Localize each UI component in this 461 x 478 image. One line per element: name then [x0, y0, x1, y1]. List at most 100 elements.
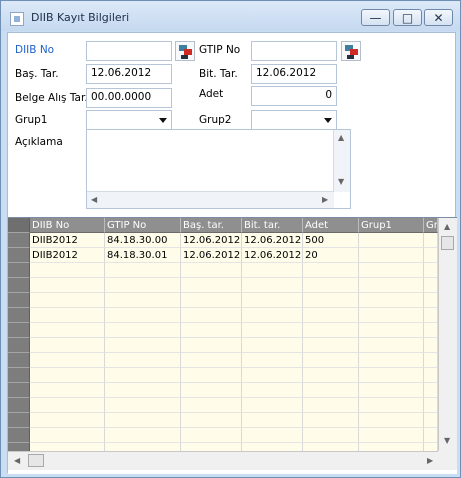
table-cell[interactable]: 20 — [303, 248, 359, 263]
grup2-select[interactable] — [251, 110, 337, 130]
aciklama-memo[interactable]: ▲ ▼ ◀ ▶ — [86, 129, 351, 209]
belge-alis-tar-label: Belge Alış Tar. — [15, 92, 88, 104]
table-cell[interactable]: 12.06.2012 — [242, 233, 303, 248]
records-grid[interactable]: DIIB No GTIP No Baş. tar. Bit. tar. Adet… — [8, 217, 457, 474]
table-cell[interactable]: 84.18.30.00 — [105, 233, 181, 248]
table-cell[interactable] — [424, 233, 438, 248]
grid-header: DIIB No GTIP No Baş. tar. Bit. tar. Adet… — [8, 218, 438, 233]
adet-field[interactable]: 0 — [251, 86, 337, 106]
grid-body[interactable]: DIIB No GTIP No Baş. tar. Bit. tar. Adet… — [8, 218, 438, 451]
column-header[interactable]: Adet — [303, 218, 359, 233]
aciklama-label: Açıklama — [15, 136, 63, 148]
minimize-button[interactable]: — — [361, 9, 390, 26]
window-title: DIIB Kayıt Bilgileri — [31, 11, 130, 24]
row-selector[interactable] — [8, 293, 30, 308]
scroll-left-icon[interactable]: ◀ — [91, 196, 97, 204]
grup1-select[interactable] — [86, 110, 172, 130]
empty-table-row[interactable] — [8, 443, 438, 451]
row-selector[interactable] — [8, 398, 30, 413]
row-selector[interactable] — [8, 428, 30, 443]
table-cell[interactable]: 12.06.2012 — [181, 248, 242, 263]
table-cell[interactable]: DIIB2012 — [30, 248, 105, 263]
table-cell[interactable] — [359, 233, 424, 248]
diib-no-label: DIIB No — [15, 44, 55, 56]
diib-lookup-button[interactable] — [175, 41, 195, 61]
row-selector[interactable] — [8, 323, 30, 338]
adet-label: Adet — [199, 88, 224, 100]
empty-table-row[interactable] — [8, 338, 438, 353]
bit-tar-field[interactable]: 12.06.2012 — [251, 64, 337, 84]
app-icon — [10, 12, 24, 26]
scroll-right-icon[interactable]: ▶ — [322, 196, 328, 204]
grid-corner — [8, 218, 30, 233]
window: DIIB Kayıt Bilgileri — □ ✕ DIIB No GTIP … — [0, 0, 461, 478]
empty-table-row[interactable] — [8, 323, 438, 338]
grup1-label: Grup1 — [15, 114, 48, 126]
table-row[interactable]: DIIB2012 84.18.30.01 12.06.2012 12.06.20… — [8, 248, 438, 263]
scroll-right-icon[interactable]: ▶ — [427, 457, 433, 465]
empty-table-row[interactable] — [8, 383, 438, 398]
gtip-no-field[interactable] — [251, 41, 337, 61]
maximize-button[interactable]: □ — [393, 9, 422, 26]
table-cell[interactable]: 12.06.2012 — [181, 233, 242, 248]
scroll-up-icon[interactable]: ▲ — [338, 134, 344, 142]
form-area: DIIB No GTIP No Baş. Tar. 12.06.2012 Bit… — [7, 32, 457, 474]
row-selector[interactable] — [8, 353, 30, 368]
row-selector[interactable] — [8, 263, 30, 278]
scroll-down-icon[interactable]: ▼ — [338, 178, 344, 186]
vertical-scroll-thumb[interactable] — [441, 236, 454, 250]
table-cell[interactable] — [424, 248, 438, 263]
row-selector[interactable] — [8, 368, 30, 383]
scroll-down-icon[interactable]: ▼ — [444, 437, 450, 445]
table-row[interactable]: DIIB2012 84.18.30.00 12.06.2012 12.06.20… — [8, 233, 438, 248]
row-selector[interactable] — [8, 233, 30, 248]
memo-horizontal-scrollbar[interactable]: ◀ ▶ — [87, 191, 334, 208]
empty-table-row[interactable] — [8, 293, 438, 308]
empty-table-row[interactable] — [8, 398, 438, 413]
grup2-label: Grup2 — [199, 114, 232, 126]
empty-table-row[interactable] — [8, 368, 438, 383]
column-header[interactable]: Grup1 — [359, 218, 424, 233]
column-header[interactable]: GTIP No — [105, 218, 181, 233]
belge-alis-tar-field[interactable]: 00.00.0000 — [86, 88, 172, 108]
table-cell[interactable] — [359, 248, 424, 263]
memo-vertical-scrollbar[interactable]: ▲ ▼ — [333, 130, 350, 192]
grid-vertical-scrollbar[interactable]: ▲ ▼ — [438, 218, 457, 451]
bas-tar-label: Baş. Tar. — [15, 68, 59, 80]
table-cell[interactable]: 84.18.30.01 — [105, 248, 181, 263]
row-selector[interactable] — [8, 338, 30, 353]
table-cell[interactable]: DIIB2012 — [30, 233, 105, 248]
column-header[interactable]: DIIB No — [30, 218, 105, 233]
row-selector[interactable] — [8, 278, 30, 293]
bit-tar-label: Bit. Tar. — [199, 68, 238, 80]
table-cell[interactable]: 12.06.2012 — [242, 248, 303, 263]
empty-table-row[interactable] — [8, 278, 438, 293]
row-selector[interactable] — [8, 383, 30, 398]
empty-table-row[interactable] — [8, 308, 438, 323]
scroll-up-icon[interactable]: ▲ — [444, 223, 450, 231]
row-selector[interactable] — [8, 443, 30, 451]
row-selector[interactable] — [8, 248, 30, 263]
scroll-left-icon[interactable]: ◀ — [14, 457, 20, 465]
empty-table-row[interactable] — [8, 263, 438, 278]
table-cell[interactable]: 500 — [303, 233, 359, 248]
row-selector[interactable] — [8, 308, 30, 323]
empty-table-row[interactable] — [8, 413, 438, 428]
diib-no-field[interactable] — [86, 41, 172, 61]
gtip-lookup-button[interactable] — [341, 41, 361, 61]
horizontal-scroll-thumb[interactable] — [28, 454, 44, 467]
grid-horizontal-scrollbar[interactable]: ◀ ▶ — [8, 451, 438, 470]
column-header[interactable]: Baş. tar. — [181, 218, 242, 233]
column-header[interactable]: Gr — [424, 218, 438, 233]
chevron-down-icon — [324, 118, 332, 123]
chevron-down-icon — [159, 118, 167, 123]
column-header[interactable]: Bit. tar. — [242, 218, 303, 233]
scrollbar-corner — [438, 451, 457, 470]
empty-table-row[interactable] — [8, 428, 438, 443]
gtip-no-label: GTIP No — [199, 44, 241, 56]
row-selector[interactable] — [8, 413, 30, 428]
empty-table-row[interactable] — [8, 353, 438, 368]
bas-tar-field[interactable]: 12.06.2012 — [86, 64, 172, 84]
close-button[interactable]: ✕ — [424, 9, 453, 26]
title-bar[interactable]: DIIB Kayıt Bilgileri — □ ✕ — [1, 1, 460, 31]
